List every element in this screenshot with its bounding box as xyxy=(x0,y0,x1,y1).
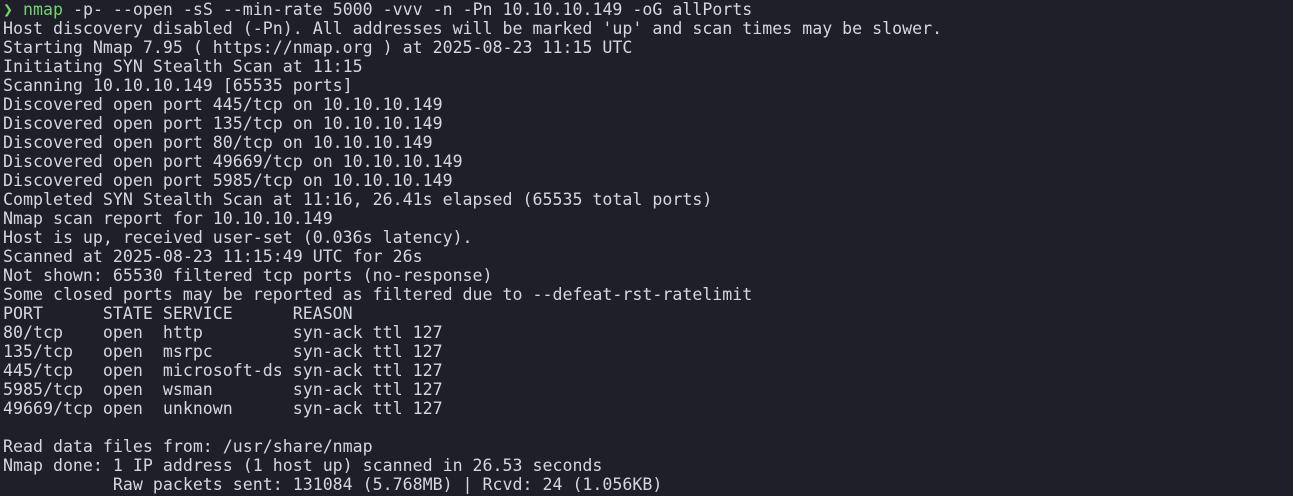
output-line: Nmap scan report for 10.10.10.149 xyxy=(3,209,333,228)
output-line: Nmap done: 1 IP address (1 host up) scan… xyxy=(3,456,603,475)
command-arguments: -p- --open -sS --min-rate 5000 -vvv -n -… xyxy=(62,0,753,19)
output-line: Host discovery disabled (-Pn). All addre… xyxy=(3,19,943,38)
output-line: Host is up, received user-set (0.036s la… xyxy=(3,228,473,247)
output-line: Discovered open port 5985/tcp on 10.10.1… xyxy=(3,171,453,190)
output-line: Not shown: 65530 filtered tcp ports (no-… xyxy=(3,266,493,285)
command-line: ❯ nmap -p- --open -sS --min-rate 5000 -v… xyxy=(3,0,1293,19)
output-line: 49669/tcp open unknown syn-ack ttl 127 xyxy=(3,399,443,418)
output-line: Initiating SYN Stealth Scan at 11:15 xyxy=(3,57,363,76)
output-line: Discovered open port 80/tcp on 10.10.10.… xyxy=(3,133,433,152)
output-line: Read data files from: /usr/share/nmap xyxy=(3,437,373,456)
output-line: Scanning 10.10.10.149 [65535 ports] xyxy=(3,76,353,95)
output-line: Discovered open port 445/tcp on 10.10.10… xyxy=(3,95,443,114)
output-line: Completed SYN Stealth Scan at 11:16, 26.… xyxy=(3,190,713,209)
prompt-arrow-icon: ❯ xyxy=(3,0,13,19)
output-line: 80/tcp open http syn-ack ttl 127 xyxy=(3,323,443,342)
output-line: Discovered open port 49669/tcp on 10.10.… xyxy=(3,152,463,171)
output-line: 445/tcp open microsoft-ds syn-ack ttl 12… xyxy=(3,361,443,380)
output-line: 5985/tcp open wsman syn-ack ttl 127 xyxy=(3,380,443,399)
output-line: Starting Nmap 7.95 ( https://nmap.org ) … xyxy=(3,38,633,57)
terminal-window[interactable]: ❯ nmap -p- --open -sS --min-rate 5000 -v… xyxy=(0,0,1293,496)
output-line: Scanned at 2025-08-23 11:15:49 UTC for 2… xyxy=(3,247,423,266)
output-line: 135/tcp open msrpc syn-ack ttl 127 xyxy=(3,342,443,361)
command-name: nmap xyxy=(23,0,63,19)
output-line: Raw packets sent: 131084 (5.768MB) | Rcv… xyxy=(3,475,663,494)
output-line: Some closed ports may be reported as fil… xyxy=(3,285,753,304)
output-line: Discovered open port 135/tcp on 10.10.10… xyxy=(3,114,443,133)
terminal-output: Host discovery disabled (-Pn). All addre… xyxy=(3,19,1293,494)
output-line: PORT STATE SERVICE REASON xyxy=(3,304,353,323)
